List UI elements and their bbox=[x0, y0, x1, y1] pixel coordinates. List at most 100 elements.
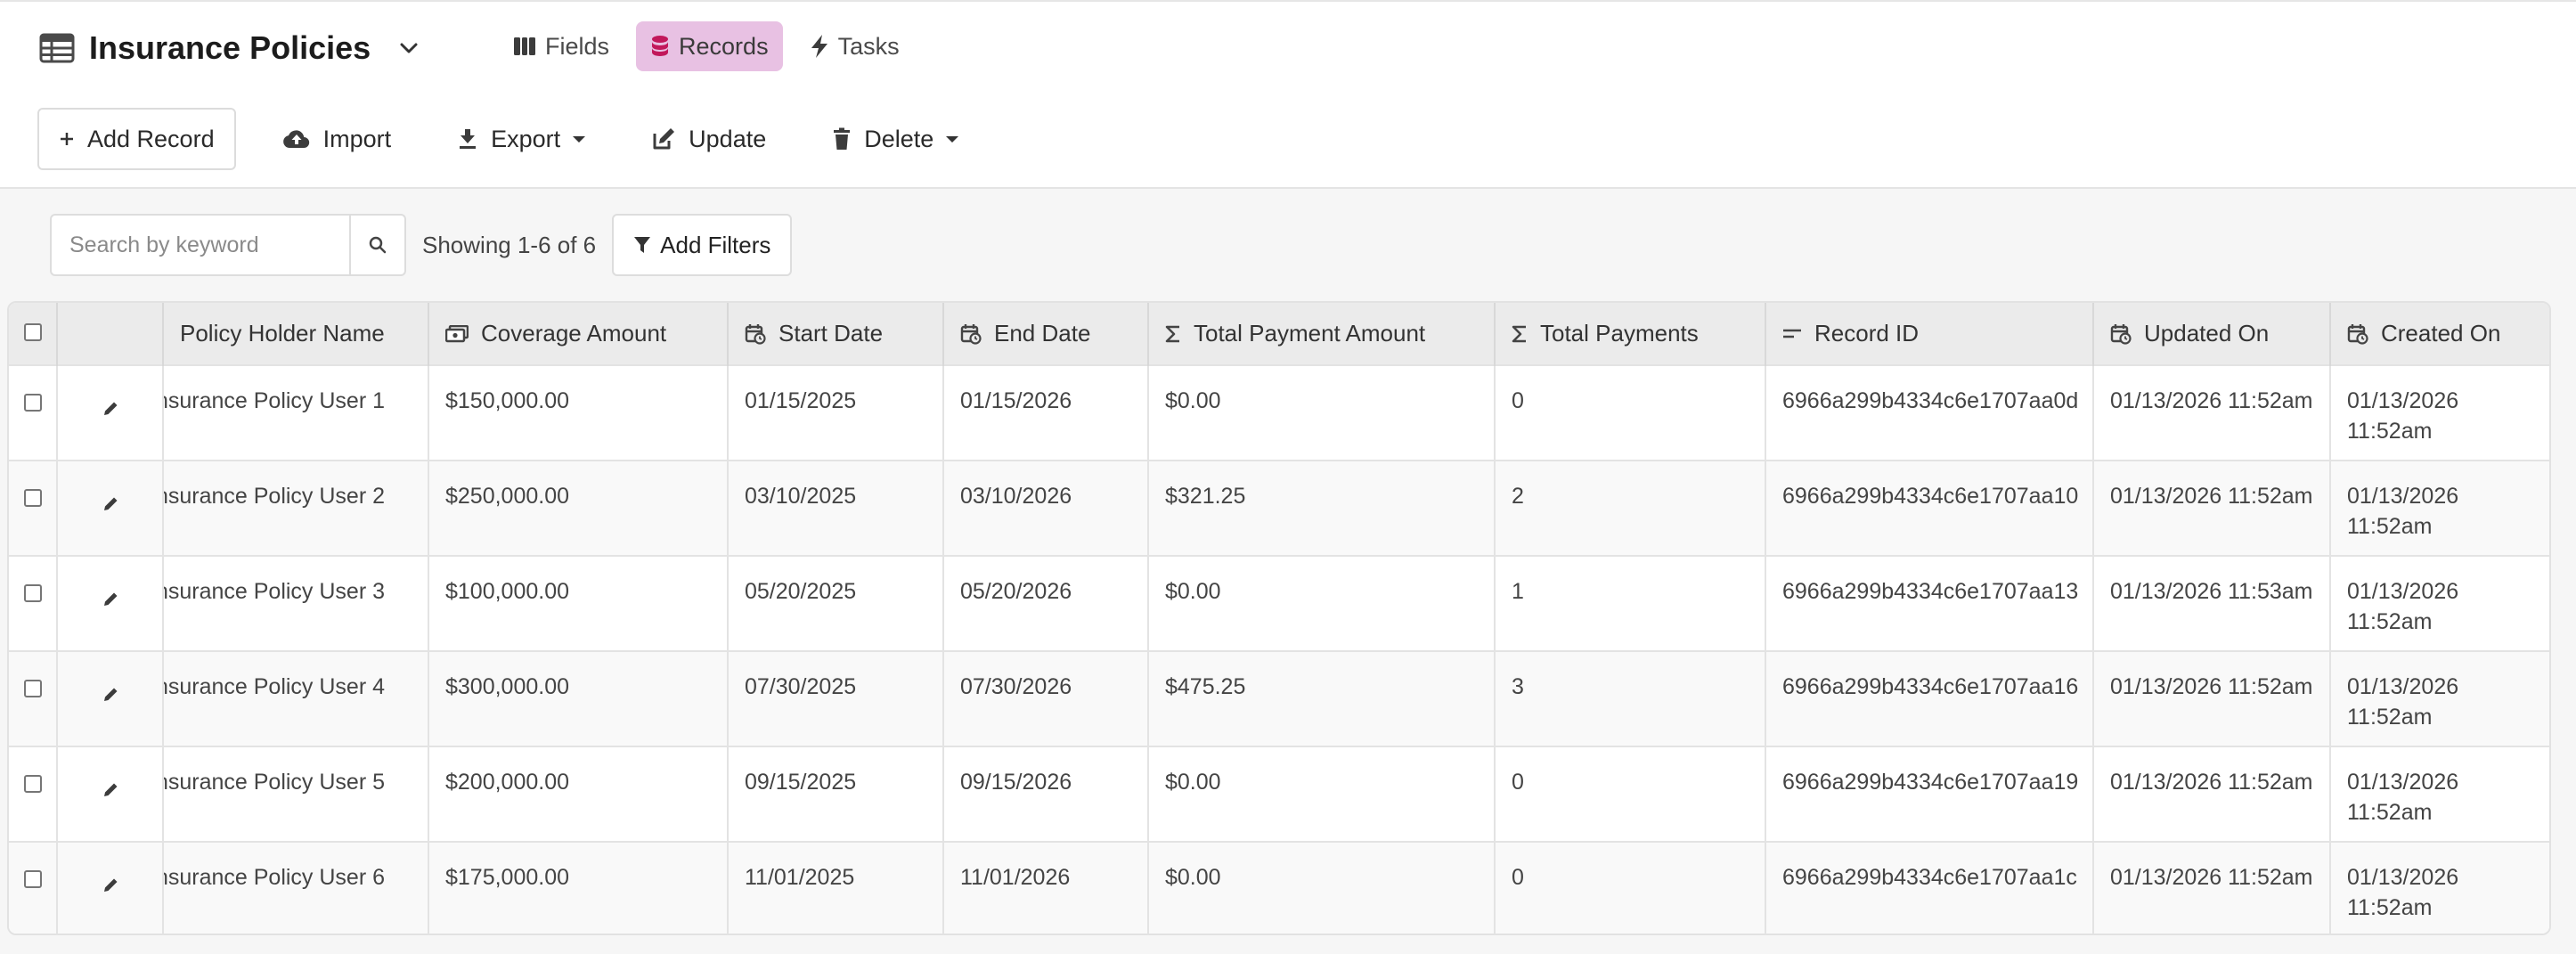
toolbar: Add Record Import Export Update Delete bbox=[37, 108, 1005, 170]
cell-coverage-amount: $150,000.00 bbox=[428, 365, 729, 461]
chevron-down-icon[interactable] bbox=[397, 37, 420, 60]
pencil-icon[interactable] bbox=[102, 496, 118, 512]
plus-icon bbox=[61, 133, 73, 145]
row-checkbox[interactable] bbox=[23, 870, 42, 888]
cell-updated-on: 01/13/2026 11:52am bbox=[2093, 461, 2331, 556]
pencil-icon[interactable] bbox=[102, 591, 118, 607]
table-row[interactable]: Insurance Policy User 4 $300,000.00 07/3… bbox=[9, 651, 2549, 746]
add-record-button[interactable]: Add Record bbox=[37, 108, 236, 170]
tab-tasks[interactable]: Tasks bbox=[795, 21, 914, 71]
cell-created-on: 01/13/2026 11:52am bbox=[2330, 651, 2549, 746]
tab-fields[interactable]: Fields bbox=[499, 21, 624, 71]
cell-end-date: 03/10/2026 bbox=[943, 461, 1149, 556]
cell-total-payment-amount: $475.25 bbox=[1148, 651, 1496, 746]
cell-record-id: 6966a299b4334c6e1707aa16 bbox=[1765, 651, 2094, 746]
table-row[interactable]: Insurance Policy User 6 $175,000.00 11/0… bbox=[9, 842, 2549, 934]
title-area: Insurance Policies bbox=[39, 23, 420, 73]
cell-start-date: 03/10/2025 bbox=[728, 461, 944, 556]
pencil-icon[interactable] bbox=[102, 782, 118, 798]
cell-created-on: 01/13/2026 11:52am bbox=[2330, 461, 2549, 556]
column-header-total-payments[interactable]: Total Payments bbox=[1495, 303, 1766, 365]
pencil-icon[interactable] bbox=[102, 877, 118, 893]
import-button[interactable]: Import bbox=[263, 108, 412, 170]
delete-button[interactable]: Delete bbox=[812, 108, 978, 170]
select-all-checkbox[interactable] bbox=[23, 323, 42, 341]
pencil-icon[interactable] bbox=[102, 687, 118, 703]
row-actions-cell bbox=[57, 842, 164, 934]
cell-created-on: 01/13/2026 11:52am bbox=[2330, 842, 2549, 934]
column-header-created-on[interactable]: Created On bbox=[2330, 303, 2549, 365]
cell-created-on: 01/13/2026 11:52am bbox=[2330, 556, 2549, 651]
cell-total-payment-amount: $0.00 bbox=[1148, 842, 1496, 934]
row-checkbox[interactable] bbox=[23, 775, 42, 793]
import-label: Import bbox=[322, 125, 392, 152]
cell-policy-holder-name: Insurance Policy User 3 bbox=[163, 556, 429, 651]
update-label: Update bbox=[689, 125, 767, 152]
table-body: Insurance Policy User 1 $150,000.00 01/1… bbox=[9, 365, 2549, 934]
caret-down-icon bbox=[573, 135, 586, 143]
cell-end-date: 05/20/2026 bbox=[943, 556, 1149, 651]
database-icon bbox=[652, 36, 669, 56]
search-button[interactable] bbox=[349, 214, 406, 276]
pencil-icon[interactable] bbox=[102, 401, 118, 417]
calendar-icon bbox=[2110, 323, 2132, 345]
tab-records[interactable]: Records bbox=[636, 21, 783, 71]
cell-policy-holder-name: Insurance Policy User 5 bbox=[163, 746, 429, 842]
cell-record-id: 6966a299b4334c6e1707aa1c bbox=[1765, 842, 2094, 934]
column-header-coverage-amount[interactable]: Coverage Amount bbox=[428, 303, 729, 365]
column-header-end-date[interactable]: End Date bbox=[943, 303, 1149, 365]
export-button[interactable]: Export bbox=[437, 108, 605, 170]
table-header-row: Policy Holder Name Coverage Amount Start… bbox=[9, 303, 2549, 365]
row-checkbox[interactable] bbox=[23, 394, 42, 412]
cell-end-date: 07/30/2026 bbox=[943, 651, 1149, 746]
cell-policy-holder-name: Insurance Policy User 1 bbox=[163, 365, 429, 461]
cell-record-id: 6966a299b4334c6e1707aa13 bbox=[1765, 556, 2094, 651]
cell-total-payment-amount: $0.00 bbox=[1148, 365, 1496, 461]
row-checkbox[interactable] bbox=[23, 680, 42, 697]
column-header-updated-on[interactable]: Updated On bbox=[2093, 303, 2331, 365]
search-input[interactable] bbox=[50, 214, 349, 276]
column-header-total-payment-amount[interactable]: Total Payment Amount bbox=[1148, 303, 1496, 365]
column-header-start-date[interactable]: Start Date bbox=[728, 303, 944, 365]
calendar-icon bbox=[2347, 323, 2368, 345]
column-header-policy-holder-name[interactable]: Policy Holder Name bbox=[163, 303, 429, 365]
money-icon bbox=[445, 324, 469, 342]
download-icon bbox=[460, 129, 477, 149]
results-count: Showing 1-6 of 6 bbox=[422, 231, 597, 258]
cell-created-on: 01/13/2026 11:52am bbox=[2330, 746, 2549, 842]
table-row[interactable]: Insurance Policy User 3 $100,000.00 05/2… bbox=[9, 556, 2549, 651]
cell-total-payments: 0 bbox=[1495, 842, 1766, 934]
cell-total-payment-amount: $0.00 bbox=[1148, 746, 1496, 842]
row-actions-cell bbox=[57, 651, 164, 746]
tab-fields-label: Fields bbox=[545, 32, 610, 60]
cell-updated-on: 01/13/2026 11:52am bbox=[2093, 746, 2331, 842]
add-filters-button[interactable]: Add Filters bbox=[612, 214, 793, 276]
update-button[interactable]: Update bbox=[632, 108, 786, 170]
delete-label: Delete bbox=[864, 125, 934, 152]
cell-coverage-amount: $300,000.00 bbox=[428, 651, 729, 746]
cell-total-payment-amount: $321.25 bbox=[1148, 461, 1496, 556]
text-lines-icon bbox=[1783, 329, 1801, 338]
sigma-icon bbox=[1165, 325, 1179, 342]
cell-updated-on: 01/13/2026 11:52am bbox=[2093, 651, 2331, 746]
cell-policy-holder-name: Insurance Policy User 6 bbox=[163, 842, 429, 934]
table-row[interactable]: Insurance Policy User 2 $250,000.00 03/1… bbox=[9, 461, 2549, 556]
row-actions-cell bbox=[57, 556, 164, 651]
row-checkbox[interactable] bbox=[23, 584, 42, 602]
table-row[interactable]: Insurance Policy User 1 $150,000.00 01/1… bbox=[9, 365, 2549, 461]
calendar-icon bbox=[745, 323, 766, 345]
table-row[interactable]: Insurance Policy User 5 $200,000.00 09/1… bbox=[9, 746, 2549, 842]
cell-policy-holder-name: Insurance Policy User 4 bbox=[163, 651, 429, 746]
row-select-cell bbox=[9, 842, 58, 934]
cell-updated-on: 01/13/2026 11:52am bbox=[2093, 365, 2331, 461]
filter-icon bbox=[634, 237, 651, 253]
cell-start-date: 05/20/2025 bbox=[728, 556, 944, 651]
cell-start-date: 09/15/2025 bbox=[728, 746, 944, 842]
actions-column-header bbox=[57, 303, 164, 365]
cell-policy-holder-name: Insurance Policy User 2 bbox=[163, 461, 429, 556]
row-checkbox[interactable] bbox=[23, 489, 42, 507]
column-header-record-id[interactable]: Record ID bbox=[1765, 303, 2094, 365]
cell-updated-on: 01/13/2026 11:53am bbox=[2093, 556, 2331, 651]
cell-total-payments: 0 bbox=[1495, 746, 1766, 842]
add-record-label: Add Record bbox=[87, 125, 215, 152]
